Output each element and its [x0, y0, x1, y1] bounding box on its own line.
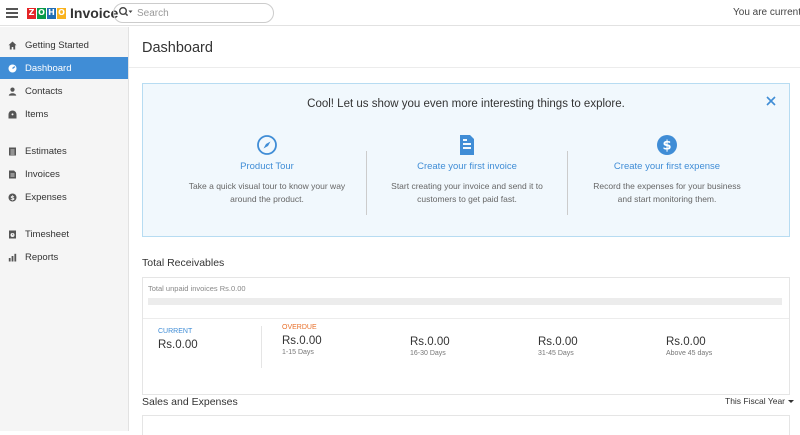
sales-expenses-title: Sales and Expenses	[142, 396, 238, 408]
feature-description: Start creating your invoice and send it …	[367, 180, 567, 206]
bar-chart-icon	[8, 253, 17, 262]
feature-title[interactable]: Create your first invoice	[367, 161, 567, 172]
sidebar-item-label: Contacts	[25, 85, 63, 97]
hamburger-menu-icon[interactable]	[6, 8, 18, 18]
overdue-bucket-31-45[interactable]: Rs.0.00 31-45 Days	[538, 336, 578, 357]
sidebar-item-label: Estimates	[25, 145, 67, 157]
current-bucket[interactable]: CURRENT Rs.0.00	[158, 328, 198, 351]
main-content: Dashboard Cool! Let us show you even mor…	[129, 27, 800, 435]
feature-description-line: around the product.	[230, 194, 304, 204]
logo-letter-h: H	[47, 7, 56, 19]
feature-description-line: Record the expenses for your business	[593, 181, 741, 191]
sidebar-item-label: Reports	[25, 251, 59, 263]
divider	[143, 318, 789, 319]
receivables-panel: Total unpaid invoices Rs.0.00 CURRENT Rs…	[142, 277, 790, 395]
sidebar-item-estimates[interactable]: Estimates	[0, 140, 128, 162]
feature-description-line: and start monitoring them.	[617, 194, 717, 204]
sidebar: Getting Started Dashboard Contacts Items…	[0, 27, 129, 431]
sidebar-item-reports[interactable]: Reports	[0, 246, 128, 268]
invoice-icon	[8, 170, 17, 179]
sidebar-item-label: Dashboard	[25, 62, 72, 74]
feature-description-line: customers to get paid fast.	[417, 194, 517, 204]
overdue-range: 31-45 Days	[538, 350, 574, 357]
sidebar-item-timesheet[interactable]: Timesheet	[0, 223, 128, 245]
current-label: CURRENT	[158, 328, 193, 335]
app-logo[interactable]: Z O H O Invoice	[27, 5, 119, 21]
overdue-amount: Rs.0.00	[538, 336, 578, 348]
feature-description: Record the expenses for your business an…	[567, 180, 767, 206]
compass-icon	[256, 134, 278, 156]
search-box[interactable]	[113, 3, 274, 23]
home-icon	[8, 41, 17, 50]
sidebar-item-label: Timesheet	[25, 228, 69, 240]
sidebar-item-items[interactable]: Items	[0, 103, 128, 125]
sidebar-item-dashboard[interactable]: Dashboard	[0, 57, 128, 79]
divider	[129, 67, 800, 68]
unpaid-total-label: Total unpaid invoices Rs.0.00	[148, 284, 246, 293]
unpaid-progress-bar	[148, 298, 782, 305]
feature-description-line: Take a quick visual tour to know your wa…	[188, 181, 346, 191]
sales-expenses-panel	[142, 415, 790, 435]
overdue-bucket-above-45[interactable]: Rs.0.00 Above 45 days	[666, 336, 712, 357]
feature-first-expense[interactable]: $ Create your first expense Record the e…	[567, 134, 767, 206]
logo-letter-o: O	[37, 7, 46, 19]
person-icon	[8, 87, 17, 96]
sidebar-item-contacts[interactable]: Contacts	[0, 80, 128, 102]
overdue-range: Above 45 days	[666, 350, 713, 357]
logo-letter-o2: O	[57, 7, 66, 19]
sidebar-item-getting-started[interactable]: Getting Started	[0, 34, 128, 56]
overdue-bucket-1-15[interactable]: OVERDUE Rs.0.00 1-15 Days	[282, 324, 322, 356]
overdue-range: 1-15 Days	[282, 349, 314, 356]
sidebar-item-label: Invoices	[25, 168, 60, 180]
current-amount: Rs.0.00	[158, 339, 198, 351]
overdue-range: 16-30 Days	[410, 350, 446, 357]
top-bar: Z O H O Invoice You are currently	[0, 0, 800, 26]
invoice-doc-icon	[456, 134, 478, 156]
sidebar-item-label: Expenses	[25, 191, 67, 203]
sidebar-item-expenses[interactable]: $ Expenses	[0, 186, 128, 208]
feature-title[interactable]: Create your first expense	[567, 161, 767, 172]
banner-heading: Cool! Let us show you even more interest…	[307, 98, 625, 110]
close-icon[interactable]	[765, 94, 777, 106]
overdue-amount: Rs.0.00	[410, 336, 450, 348]
overdue-bucket-16-30[interactable]: Rs.0.00 16-30 Days	[410, 336, 450, 357]
fiscal-period-label: This Fiscal Year	[725, 396, 785, 406]
dollar-icon: $	[8, 193, 17, 202]
search-icon[interactable]	[118, 6, 133, 20]
timesheet-icon	[8, 230, 17, 239]
search-input[interactable]	[137, 7, 257, 19]
overdue-amount: Rs.0.00	[282, 335, 322, 347]
sidebar-item-label: Items	[25, 108, 49, 120]
page-title: Dashboard	[142, 40, 213, 56]
overdue-amount: Rs.0.00	[666, 336, 706, 348]
logo-letter-z: Z	[27, 7, 36, 19]
account-status-text: You are currently	[733, 7, 800, 18]
dashboard-icon	[8, 64, 17, 73]
chevron-down-icon	[788, 399, 794, 403]
feature-description-line: Start creating your invoice and send it …	[391, 181, 543, 191]
receivables-title: Total Receivables	[142, 257, 225, 269]
overdue-label: OVERDUE	[282, 324, 317, 331]
divider	[261, 326, 262, 368]
feature-title[interactable]: Product Tour	[167, 161, 367, 172]
fiscal-period-dropdown[interactable]: This Fiscal Year	[725, 396, 794, 406]
sidebar-item-invoices[interactable]: Invoices	[0, 163, 128, 185]
svg-text:$: $	[10, 194, 15, 202]
estimate-icon	[8, 147, 17, 156]
svg-text:$: $	[662, 139, 671, 154]
dollar-circle-icon: $	[656, 134, 678, 156]
feature-first-invoice[interactable]: Create your first invoice Start creating…	[367, 134, 567, 206]
explore-banner: Cool! Let us show you even more interest…	[142, 83, 790, 237]
feature-product-tour[interactable]: Product Tour Take a quick visual tour to…	[167, 134, 367, 206]
sidebar-item-label: Getting Started	[25, 39, 89, 51]
feature-description: Take a quick visual tour to know your wa…	[167, 180, 367, 206]
tag-icon	[8, 110, 17, 119]
app-name: Invoice	[70, 5, 119, 21]
